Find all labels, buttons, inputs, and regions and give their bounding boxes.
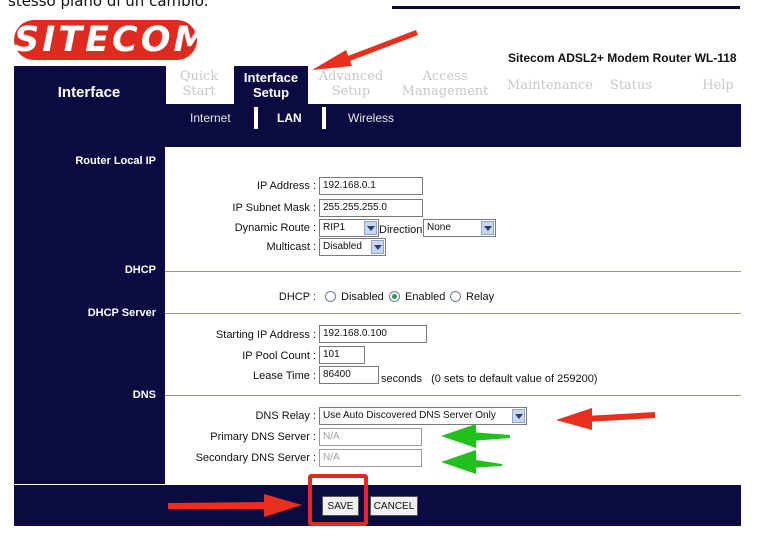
red-arrow-tab (312, 30, 418, 70)
green-arrow-secondary-dns (441, 450, 502, 474)
annotation-overlay (168, 30, 655, 517)
green-arrow-primary-dns (441, 424, 510, 448)
red-arrow-save (168, 494, 302, 517)
red-arrow-dns-relay (556, 408, 655, 430)
